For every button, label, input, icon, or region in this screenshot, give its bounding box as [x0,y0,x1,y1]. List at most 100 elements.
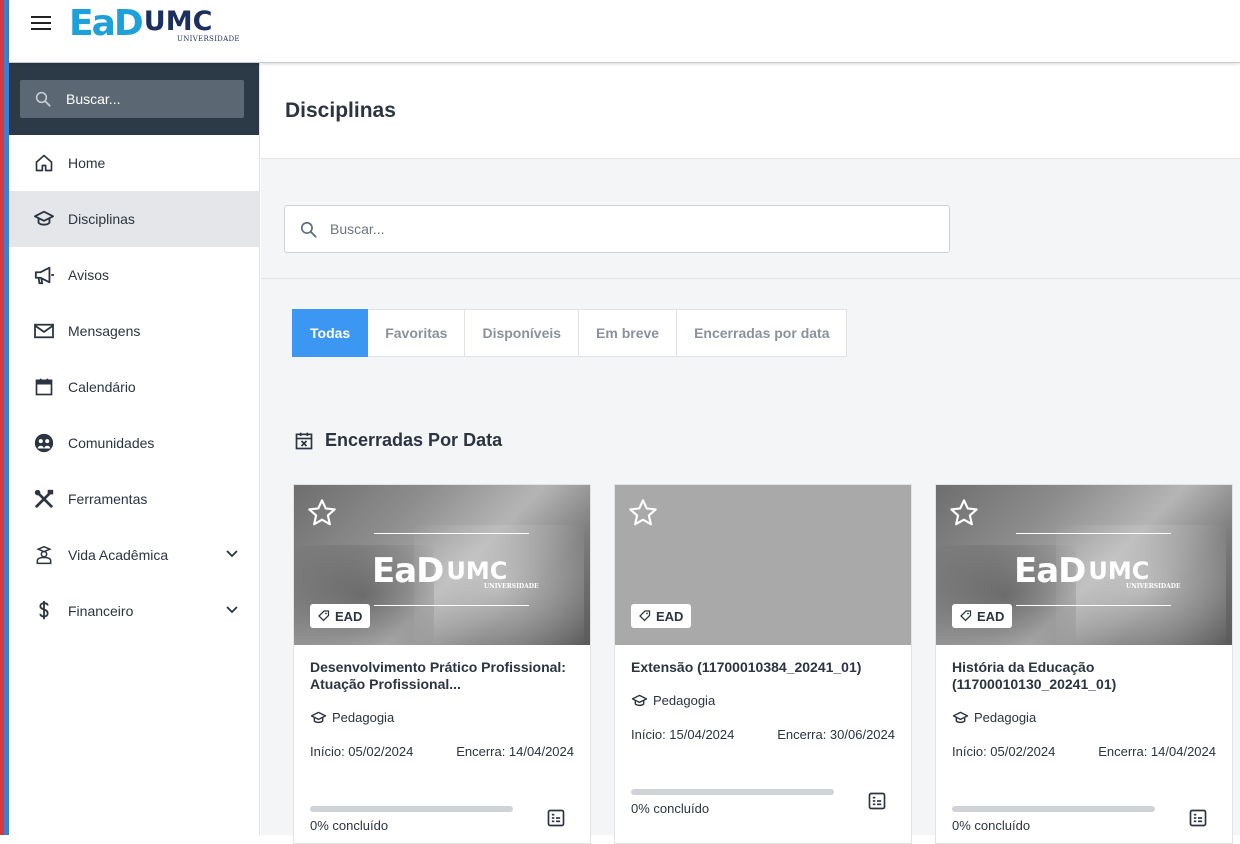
section-title: Encerradas Por Data [294,430,502,451]
tab-todas[interactable]: Todas [292,309,369,357]
dollar-icon [33,600,55,622]
sidebar-item-vida-academica[interactable]: Vida Acadêmica [9,527,259,583]
course-dates: Início: 05/02/2024 Encerra: 14/04/2024 [310,744,574,759]
sidebar-item-calendario[interactable]: Calendário [9,359,259,415]
sidebar-item-home[interactable]: Home [9,135,259,191]
course-program: Pedagogia [631,693,895,708]
top-bar: EaD UMC UNIVERSIDADE [9,0,1240,63]
course-card[interactable]: EaD UMC UNIVERSIDADE EAD História da Educa… [935,484,1233,844]
calendar-icon [33,376,55,398]
tools-icon [33,488,55,510]
sidebar-item-avisos[interactable]: Avisos [9,247,259,303]
search-icon [300,221,317,238]
tag-badge: EAD [952,604,1013,628]
graduation-cap-icon [310,711,327,723]
end-date: Encerra: 30/06/2024 [777,727,895,742]
logo-universidade-text: UNIVERSIDADE [177,35,240,43]
progress-text: 0% concluído [310,818,389,833]
course-card[interactable]: EaD UMC UNIVERSIDADE EAD Desenvolvimento P… [293,484,591,844]
course-cover-image: EaD UMC UNIVERSIDADE EAD [294,485,590,645]
tag-icon [639,610,651,622]
progress-row: 0% concluído [952,806,1216,833]
sidebar-search-input[interactable]: Buscar... [20,80,244,118]
tab-favoritas[interactable]: Favoritas [368,309,466,357]
course-title[interactable]: Desenvolvimento Prático Profissional: At… [310,659,574,693]
course-program: Pedagogia [952,710,1216,725]
sidebar-item-label: Home [68,155,106,171]
logo-ead-text: EaD [69,3,144,44]
progress-text: 0% concluído [631,801,710,816]
progress-row: 0% concluído [310,806,574,833]
sidebar-item-label: Mensagens [68,323,141,339]
start-date: Início: 05/02/2024 [310,744,414,759]
sidebar-item-comunidades[interactable]: Comunidades [9,415,259,471]
megaphone-icon [33,264,55,286]
hamburger-menu-icon[interactable] [31,16,51,32]
start-date: Início: 15/04/2024 [631,727,735,742]
course-cover-image: EaD UMC UNIVERSIDADE EAD [936,485,1232,645]
tab-em-breve[interactable]: Em breve [579,309,678,357]
home-icon [33,152,55,174]
progress-text: 0% concluído [952,818,1031,833]
course-dates: Início: 05/02/2024 Encerra: 14/04/2024 [952,744,1216,759]
page-title: Disciplinas [285,99,396,122]
course-program-label: Pedagogia [974,710,1037,725]
tag-label: EAD [335,608,363,624]
sidebar-item-label: Ferramentas [68,491,148,507]
sidebar-search-placeholder: Buscar... [66,91,121,107]
sidebar-item-mensagens[interactable]: Mensagens [9,303,259,359]
favorite-star-icon[interactable] [948,497,980,534]
search-icon [35,91,51,107]
course-card[interactable]: EAD Extensão (11700010384_20241_01) Peda… [614,484,912,844]
logo-umc-text: UMC [143,6,213,37]
course-program: Pedagogia [310,710,574,725]
sidebar: Buscar... Home Disciplinas Avisos Mensag… [9,63,260,835]
cover-watermark-logo: EaD UMC UNIVERSIDADE [372,551,539,591]
course-title[interactable]: Extensão (11700010384_20241_01) [631,659,895,676]
sidebar-item-label: Financeiro [68,603,134,619]
tag-label: EAD [656,608,684,624]
grades-icon[interactable] [546,808,566,833]
course-cards: EaD UMC UNIVERSIDADE EAD Desenvolvimento P… [293,484,1240,844]
sidebar-search-area: Buscar... [9,63,259,135]
chevron-down-icon[interactable] [225,603,239,620]
sidebar-item-label: Comunidades [68,435,155,451]
course-title[interactable]: História da Educação (11700010130_20241_… [952,659,1216,693]
graduation-cap-icon [33,208,55,230]
tag-icon [318,610,330,622]
filter-tabs: Todas Favoritas Disponíveis Em breve Enc… [292,309,848,357]
course-cover-image: EAD [615,485,911,645]
chevron-down-icon[interactable] [225,547,239,564]
sidebar-item-disciplinas[interactable]: Disciplinas [9,191,259,247]
search-band: Buscar... [261,159,1240,279]
course-program-label: Pedagogia [653,693,716,708]
search-placeholder: Buscar... [330,221,385,237]
main-content: Disciplinas Buscar... Todas Favoritas Di… [261,63,1240,844]
sidebar-item-label: Disciplinas [68,211,135,227]
end-date: Encerra: 14/04/2024 [1098,744,1216,759]
community-icon [33,432,55,454]
sidebar-item-ferramentas[interactable]: Ferramentas [9,471,259,527]
page-header: Disciplinas [261,63,1240,159]
progress-bar: 0% concluído [952,806,1155,833]
disciplinas-search-input[interactable]: Buscar... [284,205,950,253]
tab-disponiveis[interactable]: Disponíveis [465,309,580,357]
calendar-closed-icon [295,432,313,449]
eadumc-logo[interactable]: EaD UMC UNIVERSIDADE [69,3,239,44]
tag-icon [960,610,972,622]
section-title-text: Encerradas Por Data [325,430,503,450]
graduation-cap-icon [952,711,969,723]
sidebar-item-label: Calendário [68,379,136,395]
student-icon [33,544,55,566]
sidebar-item-financeiro[interactable]: Financeiro [9,583,259,639]
grades-icon[interactable] [867,791,887,816]
course-program-label: Pedagogia [332,710,395,725]
sidebar-item-label: Avisos [68,267,109,283]
favorite-star-icon[interactable] [306,497,338,534]
sidebar-item-label: Vida Acadêmica [68,547,169,563]
cover-watermark-logo: EaD UMC UNIVERSIDADE [1014,551,1181,591]
grades-icon[interactable] [1188,808,1208,833]
end-date: Encerra: 14/04/2024 [456,744,574,759]
favorite-star-icon[interactable] [627,497,659,534]
tab-encerradas-por-data[interactable]: Encerradas por data [677,309,848,357]
